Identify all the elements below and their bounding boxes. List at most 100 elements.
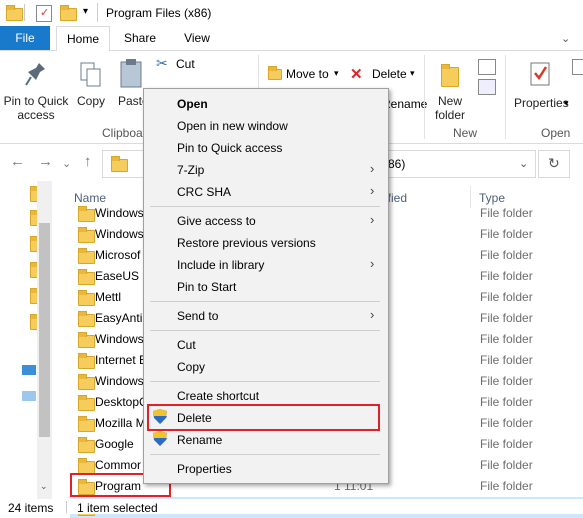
properties-button[interactable]: Properties ▾ <box>510 53 570 121</box>
copy-label: Copy <box>76 94 105 108</box>
row-name: Microsof <box>95 248 141 262</box>
refresh-icon: ↻ <box>548 155 560 171</box>
row-name: Commor <box>95 458 142 472</box>
menu-item-open[interactable]: Open <box>177 97 208 111</box>
scroll-thumb[interactable] <box>39 223 50 437</box>
forward-arrow-icon[interactable]: → <box>38 153 53 170</box>
qat-dropdown-icon[interactable]: ▾ <box>83 6 88 17</box>
divider <box>424 55 425 139</box>
scroll-down-icon[interactable]: ⌄ <box>40 481 48 492</box>
menu-item-cut[interactable]: Cut <box>177 338 196 352</box>
item-count: 24 items <box>8 501 54 515</box>
row-type: File folder <box>480 458 533 472</box>
refresh-button[interactable]: ↻ <box>538 150 570 178</box>
easy-access-icon[interactable] <box>478 79 496 95</box>
menu-item-pin-quick-access[interactable]: Pin to Quick access <box>177 141 282 155</box>
folder-icon <box>6 5 23 21</box>
copy-button[interactable]: Copy <box>74 53 108 121</box>
row-type: File folder <box>480 248 533 262</box>
row-type: File folder <box>480 227 533 241</box>
tab-home[interactable]: Home <box>56 26 110 52</box>
tab-file[interactable]: File <box>0 26 50 50</box>
window-title: Program Files (x86) <box>106 6 212 20</box>
pin-to-quick-access-button[interactable]: Pin to Quick access <box>2 53 70 122</box>
delete-x-icon: ✕ <box>350 66 363 83</box>
context-menu: Open Open in new window Pin to Quick acc… <box>143 88 389 484</box>
folder-icon <box>78 206 95 222</box>
status-bar: 24 items 1 item selected <box>0 499 583 515</box>
divider <box>505 55 506 139</box>
divider <box>66 501 67 513</box>
chevron-down-icon[interactable]: ⌄ <box>519 157 528 170</box>
recent-dropdown-icon[interactable]: ⌄ <box>62 157 71 170</box>
up-arrow-icon[interactable]: ↑ <box>84 153 92 170</box>
back-arrow-icon[interactable]: ← <box>10 153 25 170</box>
tab-view[interactable]: View <box>172 26 222 50</box>
submenu-arrow-icon: › <box>370 161 375 176</box>
row-type: File folder <box>480 269 533 283</box>
folder-icon <box>78 248 95 264</box>
menu-item-7zip[interactable]: 7-Zip <box>177 163 204 177</box>
row-type: File folder <box>480 290 533 304</box>
menu-item-restore-versions[interactable]: Restore previous versions <box>177 236 316 250</box>
menu-separator <box>150 206 380 207</box>
menu-item-crc-sha[interactable]: CRC SHA <box>177 185 231 199</box>
menu-separator <box>150 454 380 455</box>
submenu-arrow-icon: › <box>370 212 375 227</box>
computer-icon[interactable] <box>22 365 36 375</box>
menu-item-properties[interactable]: Properties <box>177 462 232 476</box>
clipboard-icon <box>120 59 142 88</box>
row-type: File folder <box>480 395 533 409</box>
new-item-icon[interactable] <box>478 59 496 75</box>
open-icon[interactable] <box>572 59 583 75</box>
row-type: File folder <box>480 206 533 220</box>
nav-scrollbar[interactable]: ⌄ <box>37 181 52 499</box>
copy-icon <box>80 62 101 87</box>
folder-icon <box>78 290 95 306</box>
row-name: Internet E <box>95 353 148 367</box>
submenu-arrow-icon: › <box>370 256 375 271</box>
row-name: Windows <box>95 206 144 220</box>
menu-item-include-library[interactable]: Include in library <box>177 258 264 272</box>
delete-highlight <box>147 404 380 431</box>
ribbon-tabs: File Home Share View ⌄ <box>0 26 583 52</box>
row-name: DesktopC <box>95 395 148 409</box>
new-group-label: New <box>453 126 478 140</box>
row-type: File folder <box>480 479 533 493</box>
folder-icon <box>78 269 95 285</box>
tab-share[interactable]: Share <box>114 26 166 50</box>
new-folder-button[interactable]: New folder <box>428 53 472 122</box>
row-type: File folder <box>480 311 533 325</box>
expand-ribbon-icon[interactable]: ⌄ <box>561 32 570 45</box>
uac-shield-icon <box>153 431 167 446</box>
pin-icon <box>25 63 45 86</box>
drive-icon[interactable] <box>22 391 36 401</box>
menu-separator <box>150 381 380 382</box>
menu-item-copy[interactable]: Copy <box>177 360 205 374</box>
row-name: Windows <box>95 332 144 346</box>
selection-count: 1 item selected <box>77 501 158 515</box>
menu-item-rename[interactable]: Rename <box>177 433 222 447</box>
address-path: 86) <box>388 157 406 171</box>
properties-qat-icon[interactable]: ✓ <box>36 5 52 22</box>
row-name: Mozilla M <box>95 416 146 430</box>
menu-item-give-access[interactable]: Give access to <box>177 214 256 228</box>
folder-icon <box>78 374 95 390</box>
folder-icon <box>78 437 95 453</box>
menu-item-open-new-window[interactable]: Open in new window <box>177 119 288 133</box>
row-type: File folder <box>480 374 533 388</box>
row-name: Google <box>95 437 134 451</box>
menu-item-send-to[interactable]: Send to <box>177 309 218 323</box>
menu-item-pin-start[interactable]: Pin to Start <box>177 280 236 294</box>
open-group-label: Open <box>541 126 571 140</box>
chevron-down-icon: ▾ <box>410 68 415 78</box>
row-name: Mettl <box>95 290 122 304</box>
new-folder-icon <box>441 64 459 87</box>
new-folder-qat-icon[interactable] <box>60 5 77 21</box>
folder-icon <box>78 416 95 432</box>
row-type: File folder <box>480 437 533 451</box>
move-to-label: Move to <box>286 67 329 81</box>
menu-item-create-shortcut[interactable]: Create shortcut <box>177 389 259 403</box>
chevron-down-icon: ▾ <box>564 98 569 108</box>
scissors-icon: ✂ <box>156 55 168 71</box>
